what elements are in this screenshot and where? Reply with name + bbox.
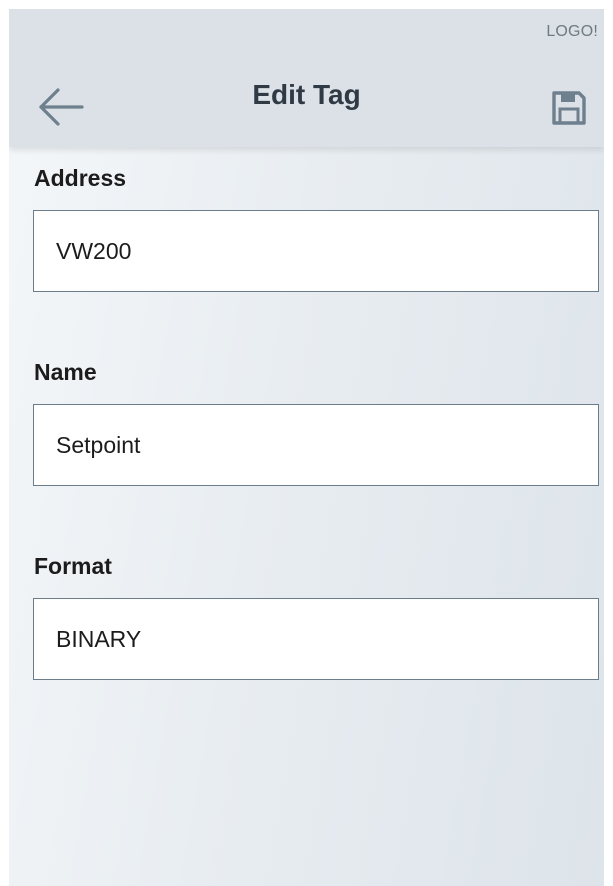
name-label: Name xyxy=(34,359,97,385)
format-label: Format xyxy=(34,553,112,579)
logo-text: LOGO! xyxy=(546,23,598,40)
save-button[interactable] xyxy=(551,90,587,126)
address-label: Address xyxy=(34,165,127,191)
edit-tag-screen: LOGO! Edit Tag Address VW200 Name Setpoi… xyxy=(9,9,604,886)
floppy-disk-icon xyxy=(552,91,586,125)
app-header: LOGO! Edit Tag xyxy=(9,9,604,147)
format-field[interactable]: BINARY xyxy=(33,598,599,680)
name-field[interactable]: Setpoint xyxy=(33,404,599,486)
address-field[interactable]: VW200 xyxy=(33,210,599,292)
page-title: Edit Tag xyxy=(252,79,361,110)
